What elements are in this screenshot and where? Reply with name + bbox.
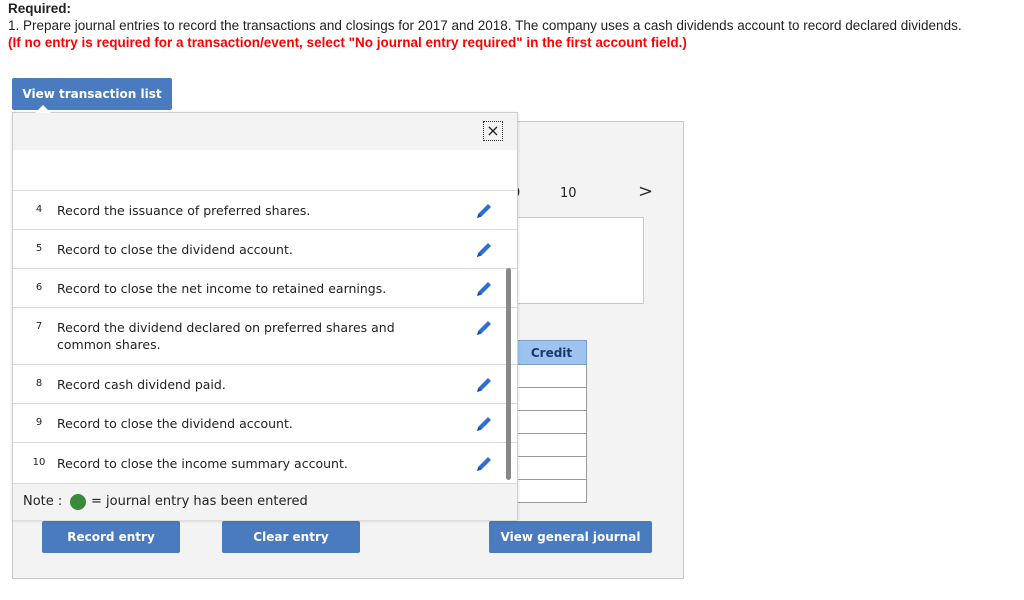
- question-text: 1. Prepare journal entries to record the…: [8, 18, 962, 33]
- transaction-row[interactable]: 9 Record to close the dividend account.: [13, 403, 517, 443]
- instruction-text: (If no entry is required for a transacti…: [8, 35, 687, 50]
- transaction-number: 5: [35, 243, 43, 254]
- popup-header: [13, 113, 517, 150]
- transaction-text: Record cash dividend paid.: [57, 377, 226, 392]
- entered-status-dot-icon: [70, 494, 86, 510]
- view-general-journal-button[interactable]: View general journal: [489, 521, 652, 553]
- page-tab-10[interactable]: 10: [560, 186, 577, 201]
- transaction-row[interactable]: 8 Record cash dividend paid.: [13, 364, 517, 404]
- transaction-text: Record to close the dividend account.: [57, 416, 293, 431]
- transaction-text: Record to close the net income to retain…: [57, 281, 387, 296]
- record-entry-button[interactable]: Record entry: [42, 521, 180, 553]
- popup-pointer: [35, 105, 51, 113]
- credit-input[interactable]: [516, 365, 587, 388]
- transaction-number: 10: [32, 457, 46, 468]
- required-label: Required:: [8, 1, 72, 16]
- transaction-list-popup: × 4 Record the issuance of preferred sha…: [12, 105, 518, 520]
- transaction-text: Record to close the income summary accou…: [57, 456, 348, 471]
- popup-scrollbar[interactable]: [506, 268, 511, 480]
- transaction-row[interactable]: 5 Record to close the dividend account.: [13, 229, 517, 269]
- note-text: = journal entry has been entered: [91, 494, 308, 509]
- instructions: Required: 1. Prepare journal entries to …: [8, 0, 962, 51]
- pencil-edit-icon[interactable]: [473, 317, 495, 339]
- pencil-edit-icon[interactable]: [473, 453, 495, 475]
- credit-input[interactable]: [516, 457, 587, 480]
- pencil-edit-icon[interactable]: [473, 413, 495, 435]
- transaction-text: Record to close the dividend account.: [57, 242, 293, 257]
- transaction-number: 9: [35, 417, 43, 428]
- credit-input[interactable]: [516, 434, 587, 457]
- next-page-arrow-icon[interactable]: >: [638, 181, 653, 202]
- pencil-edit-icon[interactable]: [473, 200, 495, 222]
- note-label: Note :: [23, 494, 63, 509]
- pencil-edit-icon[interactable]: [473, 278, 495, 300]
- credit-input[interactable]: [516, 411, 587, 434]
- pencil-edit-icon[interactable]: [473, 374, 495, 396]
- transaction-number: 4: [35, 204, 43, 215]
- transaction-row[interactable]: 10 Record to close the income summary ac…: [13, 442, 517, 484]
- transaction-number: 6: [35, 282, 43, 293]
- transaction-text: Record the dividend declared on preferre…: [57, 320, 395, 352]
- credit-input[interactable]: [516, 480, 587, 503]
- pencil-edit-icon[interactable]: [473, 239, 495, 261]
- transaction-row[interactable]: 6 Record to close the net income to reta…: [13, 268, 517, 308]
- credit-column-header: Credit: [516, 340, 587, 365]
- transaction-text: Record the issuance of preferred shares.: [57, 203, 311, 218]
- clear-entry-button[interactable]: Clear entry: [222, 521, 360, 553]
- transaction-number: 8: [35, 378, 43, 389]
- transaction-row[interactable]: 4 Record the issuance of preferred share…: [13, 190, 517, 230]
- transaction-number: 7: [35, 321, 43, 332]
- legend-note: Note : = journal entry has been entered: [13, 483, 517, 520]
- transaction-description-box: [516, 217, 644, 304]
- close-icon[interactable]: ×: [483, 121, 503, 141]
- transaction-row[interactable]: 7 Record the dividend declared on prefer…: [13, 307, 517, 365]
- credit-input[interactable]: [516, 388, 587, 411]
